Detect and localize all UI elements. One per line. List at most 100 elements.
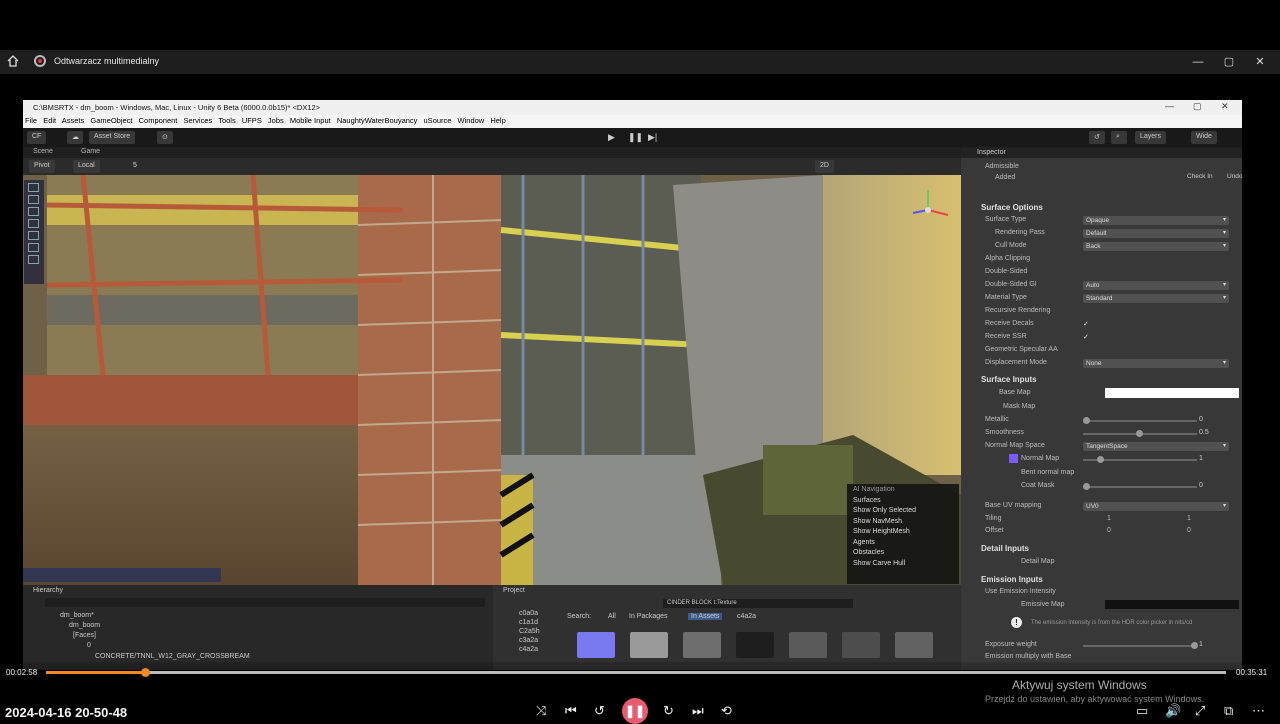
pivot-dropdown[interactable]: Pivot	[29, 160, 55, 173]
exposure-weight-slider[interactable]	[1083, 642, 1198, 649]
unity-minimize-icon[interactable]: —	[1165, 101, 1174, 111]
project-folder[interactable]: c0a0a	[519, 610, 538, 617]
minimize-button[interactable]: —	[1190, 54, 1206, 70]
cull-mode-dropdown[interactable]: Back	[1083, 242, 1229, 251]
rendering-pass-dropdown[interactable]: Default	[1083, 229, 1229, 238]
menu-usource[interactable]: uSource	[424, 116, 452, 125]
double-sided-gi-dropdown[interactable]: Auto	[1083, 281, 1229, 290]
fullscreen-icon[interactable]: ⤢	[1195, 703, 1205, 719]
local-dropdown[interactable]: Local	[73, 160, 100, 173]
tab-hierarchy[interactable]: Hierarchy	[33, 587, 63, 594]
emission-inputs-header[interactable]: Emission Inputs	[981, 575, 1043, 584]
miniplayer-icon[interactable]: ⧉	[1224, 703, 1233, 719]
hierarchy-item[interactable]: dm_boom	[69, 622, 100, 629]
account-button[interactable]: CF	[27, 131, 47, 144]
receive-decals-checkbox[interactable]: ✓	[1083, 320, 1089, 328]
normal-map-space-dropdown[interactable]: TangentSpace	[1083, 442, 1229, 451]
hierarchy-search-input[interactable]	[45, 598, 485, 607]
menu-naughtywaterbouyancy[interactable]: NaughtyWaterBouyancy	[337, 116, 418, 125]
maximize-button[interactable]: ▢	[1221, 54, 1237, 70]
asset-thumbnail[interactable]	[789, 632, 827, 658]
detail-inputs-header[interactable]: Detail Inputs	[981, 544, 1029, 553]
project-folder[interactable]: c4a2a	[519, 646, 538, 653]
tab-scene[interactable]: Scene	[33, 148, 53, 155]
normal-map-swatch[interactable]	[1009, 454, 1018, 463]
move-tool-icon[interactable]	[28, 195, 39, 204]
ai-nav-show-heightmesh[interactable]: Show HeightMesh	[853, 528, 953, 539]
metallic-value[interactable]: 0	[1199, 416, 1203, 423]
forward-30-icon[interactable]: ↻	[663, 703, 674, 719]
seek-knob[interactable]	[141, 668, 151, 677]
pause-button[interactable]: ❚❚	[622, 698, 648, 724]
filter-folder[interactable]: c4a2a	[737, 613, 756, 620]
base-map-color-swatch[interactable]	[1105, 388, 1239, 398]
seek-bar[interactable]	[46, 668, 1226, 677]
scene-overlay-toolbar[interactable]	[23, 568, 221, 582]
tab-project[interactable]: Project	[503, 587, 525, 594]
base-uv-mapping-dropdown[interactable]: UV0	[1083, 502, 1229, 511]
hierarchy-item-selected[interactable]: CONCRETE/TNNL_W12_GRAY_CROSSBREAM	[95, 653, 250, 660]
surface-options-header[interactable]: Surface Options	[981, 203, 1043, 212]
menu-services[interactable]: Services	[183, 116, 212, 125]
grid-snap-value[interactable]: 5	[133, 162, 137, 169]
pause-editor-icon[interactable]: ❚❚	[628, 132, 643, 143]
menu-jobs[interactable]: Jobs	[268, 116, 284, 125]
offset-x[interactable]: 0	[1107, 527, 1111, 534]
hierarchy-item[interactable]: 0	[87, 642, 91, 649]
filter-in-assets[interactable]: In Assets	[688, 613, 723, 620]
menu-edit[interactable]: Edit	[43, 116, 56, 125]
scene-viewport[interactable]	[23, 175, 961, 585]
menu-file[interactable]: File	[25, 116, 37, 125]
menu-component[interactable]: Component	[139, 116, 178, 125]
shuffle-icon[interactable]: ⤨	[536, 703, 546, 719]
surface-inputs-header[interactable]: Surface Inputs	[981, 375, 1037, 384]
transform-tool-icon[interactable]	[28, 243, 39, 252]
normal-map-slider[interactable]	[1083, 456, 1197, 463]
ai-nav-show-navmesh[interactable]: Show NavMesh	[853, 518, 953, 529]
rotate-tool-icon[interactable]	[28, 207, 39, 216]
menu-gameobject[interactable]: GameObject	[90, 116, 132, 125]
play-icon[interactable]: ▶	[608, 132, 615, 143]
step-icon[interactable]: ▶|	[648, 132, 657, 143]
ai-nav-show-carve-hull[interactable]: Show Carve Hull	[853, 560, 953, 571]
metallic-slider[interactable]	[1083, 417, 1197, 424]
ai-nav-show-only-selected[interactable]: Show Only Selected	[853, 507, 953, 518]
unity-maximize-icon[interactable]: ▢	[1193, 101, 1202, 112]
asset-thumbnail[interactable]	[736, 632, 774, 658]
next-icon[interactable]: ⏭	[692, 703, 704, 719]
receive-ssr-checkbox[interactable]: ✓	[1083, 333, 1089, 341]
filter-in-packages[interactable]: In Packages	[629, 613, 668, 620]
tiling-y[interactable]: 1	[1187, 515, 1191, 522]
menu-assets[interactable]: Assets	[62, 116, 85, 125]
more-options-icon[interactable]: ⋯	[1252, 703, 1265, 719]
version-control-icon[interactable]: ⊙	[157, 131, 173, 144]
custom-tool-icon[interactable]	[28, 255, 39, 264]
project-folder[interactable]: c3a2a	[519, 637, 538, 644]
hierarchy-scene-root[interactable]: dm_boom*	[60, 612, 94, 619]
cloud-icon[interactable]: ☁	[67, 131, 83, 144]
coat-mask-slider[interactable]	[1083, 483, 1197, 490]
asset-thumbnail[interactable]	[577, 632, 615, 658]
home-icon[interactable]	[6, 54, 20, 68]
menu-ufps[interactable]: UFPS	[242, 116, 262, 125]
check-in-button[interactable]: Check In	[1183, 172, 1217, 182]
subtitles-icon[interactable]: ▭	[1136, 703, 1148, 719]
rewind-10-icon[interactable]: ↺	[594, 703, 605, 719]
emissive-color-swatch[interactable]	[1105, 600, 1239, 609]
asset-thumbnail[interactable]	[895, 632, 933, 658]
toggle-2d-button[interactable]: 2D	[815, 160, 834, 173]
hierarchy-item[interactable]: [Faces]	[73, 632, 96, 639]
volume-icon[interactable]: 🔊	[1165, 703, 1181, 719]
tab-inspector[interactable]: Inspector	[977, 149, 1006, 156]
menu-mobile-input[interactable]: Mobile Input	[290, 116, 331, 125]
layers-dropdown[interactable]: Layers	[1135, 131, 1167, 144]
filter-all[interactable]: All	[608, 613, 616, 620]
asset-thumbnail[interactable]	[842, 632, 880, 658]
surface-type-dropdown[interactable]: Opaque	[1083, 216, 1229, 225]
smoothness-value[interactable]: 0.5	[1199, 429, 1209, 436]
project-folder[interactable]: c1a1d	[519, 619, 538, 626]
smoothness-slider[interactable]	[1083, 430, 1197, 437]
search-icon[interactable]: ⌕	[1111, 131, 1127, 144]
rect-tool-icon[interactable]	[28, 231, 39, 240]
unity-close-icon[interactable]: ✕	[1221, 101, 1229, 112]
